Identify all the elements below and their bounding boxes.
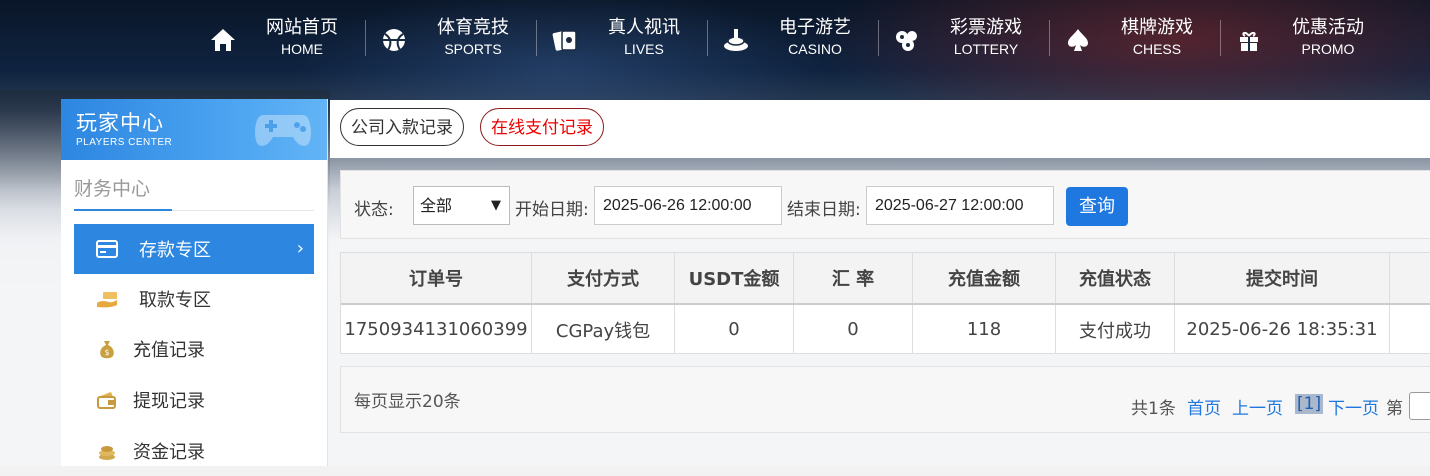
goto-page-input[interactable] [1409,392,1430,420]
current-page[interactable]: [1] [1295,394,1324,414]
records-table: 订单号 支付方式 USDT金额 汇 率 充值金额 充值状态 提交时间 17509… [340,252,1430,354]
cell-payment-method: CGPay钱包 [532,305,675,354]
money-bag-icon: $ [100,341,114,359]
nav-promo[interactable]: 优惠活动 PROMO [1221,14,1392,64]
chevron-down-icon: ▼ [491,198,501,213]
nav-sublabel: SPORTS [444,41,502,57]
nav-label: 体育竞技 [437,17,509,38]
first-page-link[interactable]: 首页 [1187,394,1221,419]
svg-text:$: $ [104,348,109,357]
cell-extra [1390,305,1430,354]
goto-page-label: 第 [1386,399,1403,419]
spade-icon [1068,29,1088,51]
sidebar-item-fund-records[interactable]: 资金记录 [74,426,314,476]
column-header-recharge-status: 充值状态 [1056,253,1175,303]
lottery-balls-icon [896,31,917,51]
sidebar-item-label: 资金记录 [133,442,205,463]
end-date-label: 结束日期: [787,200,861,220]
start-date-input[interactable]: 2025-06-26 12:00:00 [594,186,782,225]
nav-label: 网站首页 [266,17,338,38]
tab-company-deposit-records[interactable]: 公司入款记录 [340,108,464,146]
cell-recharge-status: 支付成功 [1056,305,1175,354]
nav-home[interactable]: 网站首页 HOME [195,14,366,64]
sidebar-subtitle: PLAYERS CENTER [76,137,173,148]
nav-lives[interactable]: 真人视讯 LIVES [537,14,708,64]
nav-sublabel: LIVES [624,41,664,57]
sidebar-item-withdraw[interactable]: 取款专区 [74,274,314,324]
home-icon [211,29,235,51]
sidebar-item-recharge-records[interactable]: $ 充值记录 [74,324,314,374]
nav-sublabel: CASINO [788,41,842,57]
slot-icon [724,29,748,51]
filter-bar: 状态: 全部 ▼ 开始日期: 2025-06-26 12:00:00 结束日期:… [340,170,1430,239]
start-date-label: 开始日期: [515,200,589,220]
ball-icon [383,29,405,51]
cards-icon [552,30,577,51]
record-tabs: 公司入款记录 在线支付记录 [330,100,1430,158]
end-date-input[interactable]: 2025-06-27 12:00:00 [866,186,1054,225]
status-label: 状态: [354,200,394,220]
sidebar-item-label: 提现记录 [133,391,205,412]
sidebar-header: 玩家中心 PLAYERS CENTER [61,99,327,160]
cell-submit-time: 2025-06-26 18:35:31 [1175,305,1390,354]
cell-rate: 0 [794,305,913,354]
sidebar-item-label: 存款专区 [139,240,211,261]
column-header-extra [1390,253,1430,303]
tab-online-payment-records[interactable]: 在线支付记录 [480,108,604,146]
top-nav: 网站首页 HOME 体育竞技 SPORTS 真人视讯 LIVES 电子游艺 CASINO… [195,14,1392,64]
status-select-value: 全部 [420,196,453,215]
cell-order-no: 1750934131060399 [341,305,532,354]
nav-sublabel: LOTTERY [953,41,1019,57]
column-header-submit-time: 提交时间 [1175,253,1390,303]
nav-chess[interactable]: 棋牌游戏 CHESS [1050,14,1221,64]
gift-icon [1240,31,1258,51]
wallet-icon [97,392,116,409]
sidebar-section-title: 财务中心 [74,174,314,211]
sidebar-item-deposit[interactable]: 存款专区 › [74,224,314,274]
finance-center-label: 财务中心 [74,174,172,211]
nav-label: 彩票游戏 [950,17,1022,38]
next-page-link[interactable]: 下一页 [1328,394,1379,419]
nav-label: 棋牌游戏 [1121,17,1193,38]
column-header-order-no: 订单号 [341,253,532,303]
nav-sublabel: HOME [281,41,323,57]
sidebar-item-withdraw-records[interactable]: 提现记录 [74,375,314,425]
nav-label: 优惠活动 [1292,17,1364,38]
chevron-right-icon: › [296,238,304,259]
cell-usdt-amount: 0 [675,305,794,354]
pagination-bar: 每页显示20条 共1条 首页 上一页 [1] 下一页 第 [340,366,1430,433]
column-header-payment-method: 支付方式 [532,253,675,303]
status-select[interactable]: 全部 ▼ [413,186,510,225]
hand-money-icon [97,292,117,308]
total-count: 共1条 [1131,399,1176,419]
nav-sports[interactable]: 体育竞技 SPORTS [366,14,537,64]
sidebar-title: 玩家中心 [76,111,164,135]
nav-sublabel: PROMO [1301,41,1355,57]
per-page-label: 每页显示20条 [354,392,461,412]
nav-sublabel: CHESS [1132,41,1182,57]
gamepad-icon [255,115,311,146]
nav-label: 电子游艺 [779,17,851,38]
query-button[interactable]: 查询 [1066,187,1128,226]
cell-recharge-amount: 118 [913,305,1056,354]
column-header-usdt-amount: USDT金额 [675,253,794,303]
card-icon [96,240,118,258]
sidebar: 玩家中心 PLAYERS CENTER 财务中心 存款专区 › 取款专区 $ 充… [61,99,328,466]
sidebar-item-label: 取款专区 [139,290,211,311]
coins-icon [99,446,115,460]
table-header-row: 订单号 支付方式 USDT金额 汇 率 充值金额 充值状态 提交时间 [341,253,1430,305]
nav-casino[interactable]: 电子游艺 CASINO [708,14,879,64]
table-row: 1750934131060399 CGPay钱包 0 0 118 支付成功 20… [341,305,1430,354]
column-header-recharge-amount: 充值金额 [913,253,1056,303]
sidebar-item-label: 充值记录 [133,340,205,361]
column-header-rate: 汇 率 [794,253,913,303]
prev-page-link[interactable]: 上一页 [1232,394,1283,419]
nav-lottery[interactable]: 彩票游戏 LOTTERY [879,14,1050,64]
nav-label: 真人视讯 [608,17,680,38]
